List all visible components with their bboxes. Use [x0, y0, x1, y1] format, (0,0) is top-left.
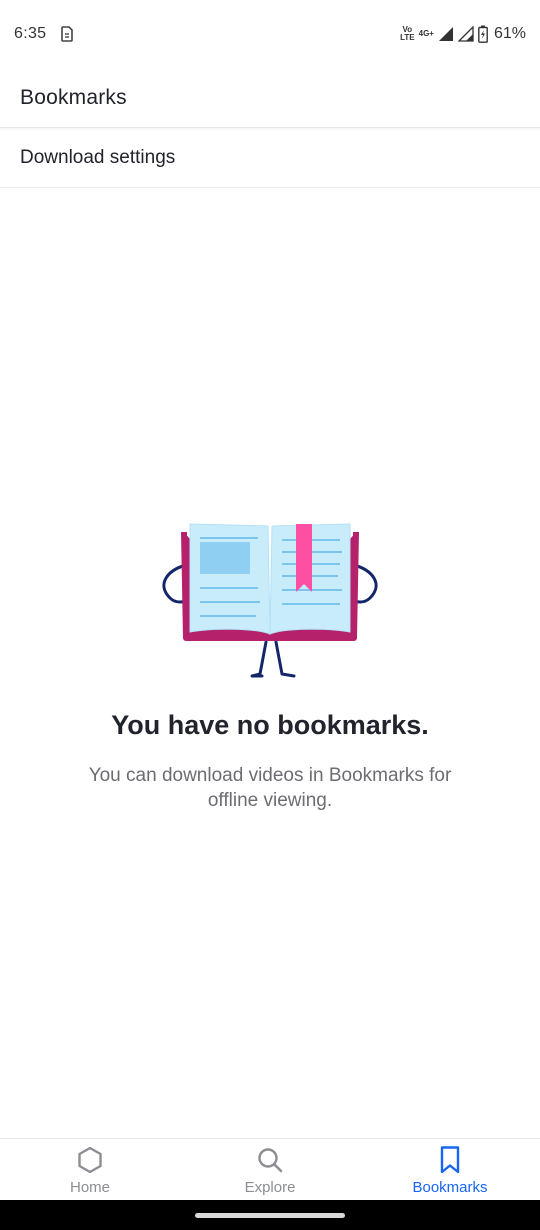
app-header: Bookmarks	[0, 68, 540, 128]
system-gesture-bar	[0, 1200, 540, 1230]
empty-state: You have no bookmarks. You can download …	[0, 518, 540, 813]
open-book-illustration-icon	[162, 523, 378, 678]
empty-state-description: You can download videos in Bookmarks for…	[88, 765, 452, 811]
search-icon	[258, 1148, 283, 1173]
status-bar: 6:35 Vo LTE 4G+ 61%	[0, 0, 540, 68]
nav-item-bookmarks[interactable]: Bookmarks	[360, 1139, 540, 1200]
nav-label-explore: Explore	[244, 1179, 296, 1196]
bottom-navigation: Home Explore Bookmarks	[0, 1138, 540, 1200]
nav-item-explore[interactable]: Explore	[180, 1139, 360, 1200]
signal-strength-icon	[438, 27, 453, 41]
nav-item-home[interactable]: Home	[0, 1139, 180, 1200]
sim-card-icon	[61, 26, 74, 42]
nav-label-home: Home	[69, 1179, 110, 1196]
volte-indicator: Vo LTE	[400, 25, 415, 42]
bookmarks-screen: 6:35 Vo LTE 4G+ 61% Bookmarks Download s…	[0, 0, 540, 1230]
download-settings-row[interactable]: Download settings	[0, 129, 540, 188]
home-gesture-handle[interactable]	[195, 1212, 345, 1218]
download-settings-label: Download settings	[20, 147, 176, 168]
signal-group: 4G+	[419, 30, 434, 38]
network-type-label: 4G+	[418, 29, 434, 38]
status-indicators: Vo LTE 4G+ 61%	[400, 25, 526, 43]
battery-percentage: 61%	[493, 25, 526, 42]
nav-label-bookmarks: Bookmarks	[412, 1179, 488, 1196]
empty-state-title: You have no bookmarks.	[111, 710, 429, 740]
hexagon-icon	[78, 1146, 102, 1174]
battery-charging-icon	[478, 25, 488, 43]
signal-strength-2-icon	[457, 26, 474, 42]
page-title: Bookmarks	[20, 85, 127, 109]
status-time: 6:35	[14, 25, 47, 42]
bookmark-icon	[440, 1146, 460, 1174]
